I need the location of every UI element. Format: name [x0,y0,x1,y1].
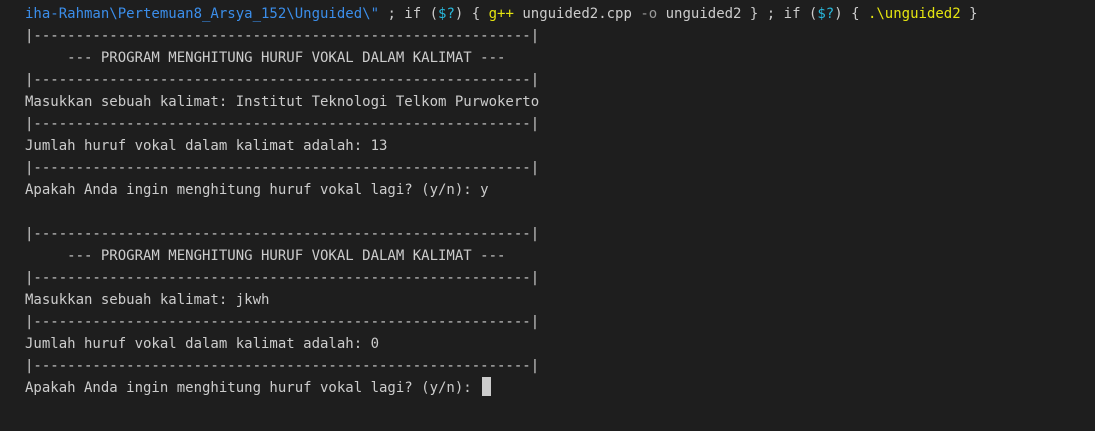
command-var: $? [438,6,455,22]
command-executable: .\unguided2 [867,6,961,22]
active-prompt-line[interactable]: Apakah Anda ingin menghitung huruf vokal… [25,377,1095,399]
command-text: ) { [834,6,868,22]
terminal-panel[interactable]: iha-Rahman\Pertemuan8_Arsya_152\Unguided… [0,0,1095,431]
separator-line: |---------------------------------------… [25,314,540,330]
separator-line: |---------------------------------------… [25,270,540,286]
command-text: unguided2.cpp [513,6,641,22]
program-title: --- PROGRAM MENGHITUNG HURUF VOKAL DALAM… [25,248,506,264]
command-var: $? [817,6,835,22]
repeat-prompt-line: Apakah Anda ingin menghitung huruf vokal… [25,182,489,198]
command-line: iha-Rahman\Pertemuan8_Arsya_152\Unguided… [25,3,1095,25]
command-text: ) { [454,6,489,22]
vowel-count-line: Jumlah huruf vokal dalam kalimat adalah:… [25,336,380,352]
command-text: unguided2 } ; if ( [657,6,818,22]
vowel-count-line: Jumlah huruf vokal dalam kalimat adalah:… [25,138,388,154]
prompt-text: Apakah Anda ingin menghitung huruf vokal… [25,380,481,396]
program-title: --- PROGRAM MENGHITUNG HURUF VOKAL DALAM… [25,50,506,66]
command-flag: -o [640,6,658,22]
separator-line: |---------------------------------------… [25,116,540,132]
command-compiler: g++ [488,6,514,22]
separator-line: |---------------------------------------… [25,72,540,88]
separator-line: |---------------------------------------… [25,226,540,242]
command-text: } [960,6,978,22]
command-path: iha-Rahman\Pertemuan8_Arsya_152\Unguided… [25,6,380,22]
input-sentence-line: Masukkan sebuah kalimat: jkwh [25,292,270,308]
separator-line: |---------------------------------------… [25,28,540,44]
input-sentence-line: Masukkan sebuah kalimat: Institut Teknol… [25,94,540,110]
separator-line: |---------------------------------------… [25,358,540,374]
text-cursor[interactable] [482,377,492,396]
separator-line: |---------------------------------------… [25,160,540,176]
command-text: ; if ( [379,6,439,22]
